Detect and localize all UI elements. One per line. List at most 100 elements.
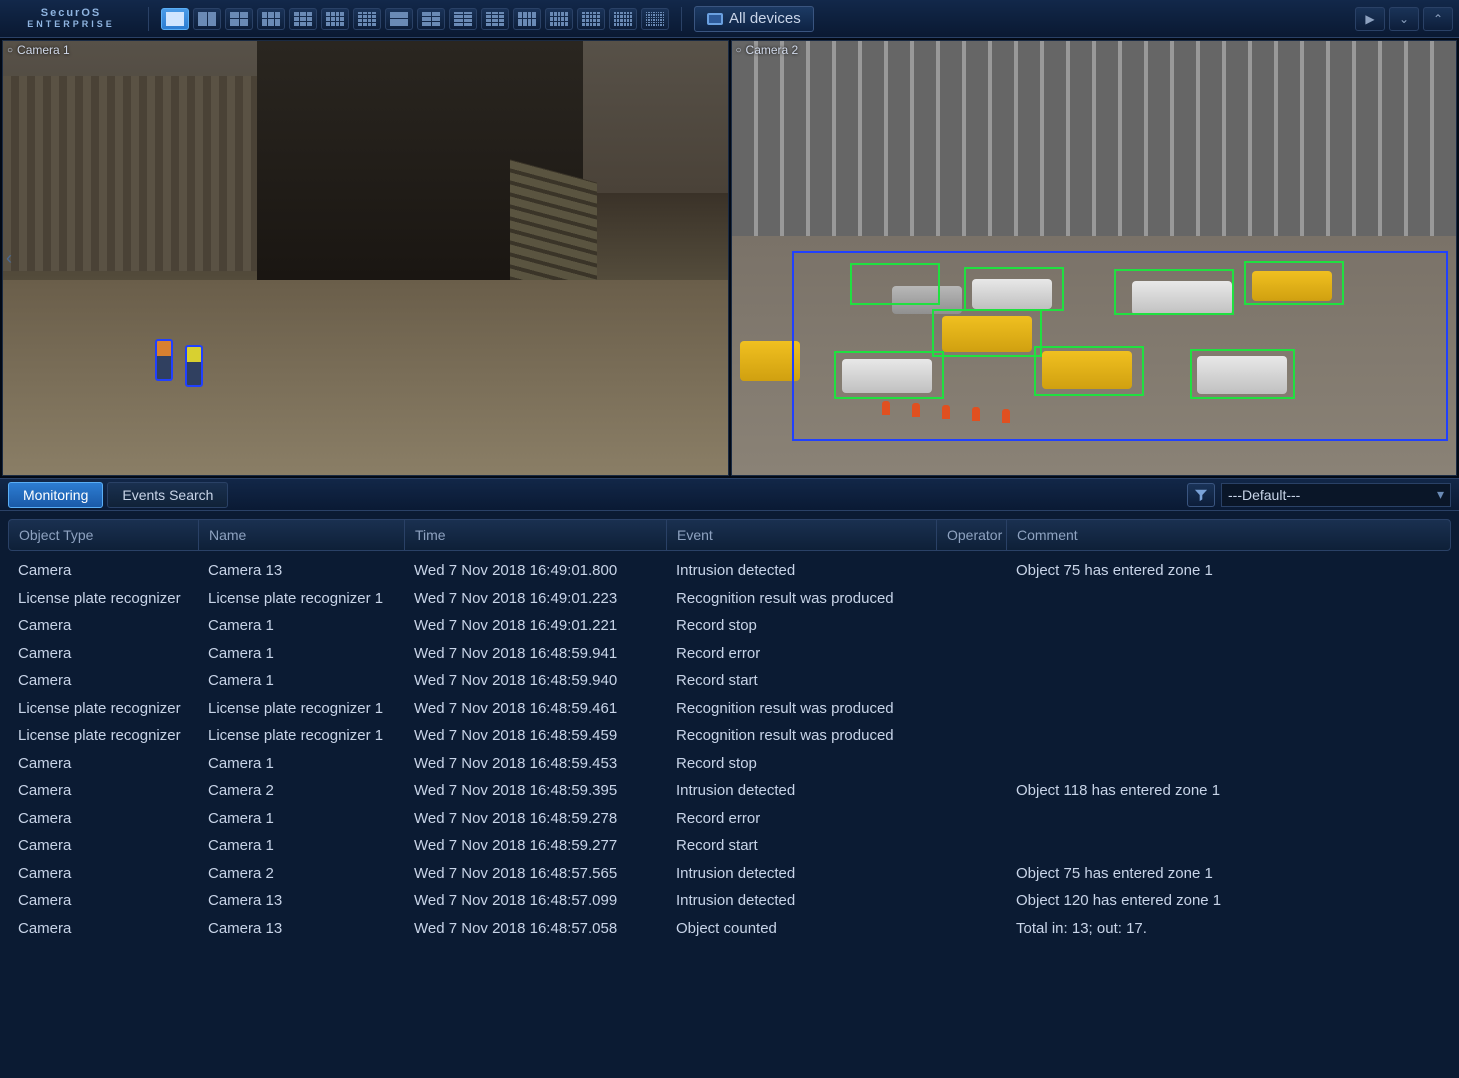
collapse-up-button[interactable]: ⌃ (1423, 7, 1453, 31)
tabs-row: Monitoring Events Search ---Default--- ▾ (0, 479, 1459, 511)
camera-1-feed (3, 41, 728, 475)
table-row[interactable]: CameraCamera 1Wed 7 Nov 2018 16:48:59.94… (8, 667, 1451, 695)
cell-time: Wed 7 Nov 2018 16:48:59.461 (404, 700, 666, 717)
cell-name: Camera 13 (198, 892, 404, 909)
layout-button-13[interactable] (545, 8, 573, 30)
layout-button-8[interactable] (385, 8, 413, 30)
detection-box-person (155, 339, 173, 381)
cell-event: Intrusion detected (666, 782, 936, 799)
cell-event: Object counted (666, 920, 936, 937)
cell-event: Record error (666, 645, 936, 662)
layout-button-15[interactable] (609, 8, 637, 30)
layout-button-1[interactable] (161, 8, 189, 30)
table-body[interactable]: CameraCamera 13Wed 7 Nov 2018 16:49:01.8… (8, 557, 1451, 1070)
cell-name: License plate recognizer 1 (198, 727, 404, 744)
layout-button-3[interactable] (225, 8, 253, 30)
table-row[interactable]: CameraCamera 1Wed 7 Nov 2018 16:48:59.27… (8, 805, 1451, 833)
play-button[interactable]: ▶ (1355, 7, 1385, 31)
toolbar-right: ▶ ⌄ ⌃ (1355, 7, 1453, 31)
tab-monitoring[interactable]: Monitoring (8, 482, 103, 508)
layout-button-12[interactable] (513, 8, 541, 30)
table-row[interactable]: CameraCamera 13Wed 7 Nov 2018 16:48:57.0… (8, 915, 1451, 943)
app-edition: ENTERPRISE (27, 19, 115, 30)
all-devices-button[interactable]: All devices (694, 6, 814, 32)
cell-object-type: License plate recognizer (8, 700, 198, 717)
layout-button-5[interactable] (289, 8, 317, 30)
filter-preset-select[interactable]: ---Default--- ▾ (1221, 483, 1451, 507)
layout-button-7[interactable] (353, 8, 381, 30)
events-table: Object Type Name Time Event Operator Com… (0, 511, 1459, 1078)
cell-event: Intrusion detected (666, 892, 936, 909)
table-row[interactable]: CameraCamera 2Wed 7 Nov 2018 16:48:57.56… (8, 860, 1451, 888)
table-row[interactable]: CameraCamera 1Wed 7 Nov 2018 16:49:01.22… (8, 612, 1451, 640)
all-devices-label: All devices (729, 10, 801, 27)
cell-name: Camera 2 (198, 865, 404, 882)
cell-time: Wed 7 Nov 2018 16:48:57.058 (404, 920, 666, 937)
filter-icon-button[interactable] (1187, 483, 1215, 507)
app-logo: SecurOS ENTERPRISE (6, 6, 136, 32)
col-comment[interactable]: Comment (1007, 520, 1450, 550)
cell-comment: Total in: 13; out: 17. (1006, 920, 1451, 937)
layout-button-4[interactable] (257, 8, 285, 30)
cell-object-type: Camera (8, 837, 198, 854)
camera-tile-2[interactable]: Camera 2 (731, 40, 1458, 476)
expand-down-button[interactable]: ⌄ (1389, 7, 1419, 31)
col-time[interactable]: Time (405, 520, 667, 550)
table-row[interactable]: CameraCamera 1Wed 7 Nov 2018 16:48:59.94… (8, 640, 1451, 668)
col-object-type[interactable]: Object Type (9, 520, 199, 550)
table-row[interactable]: License plate recognizerLicense plate re… (8, 695, 1451, 723)
cell-event: Intrusion detected (666, 865, 936, 882)
layout-button-6[interactable] (321, 8, 349, 30)
cell-event: Recognition result was produced (666, 700, 936, 717)
cell-event: Intrusion detected (666, 562, 936, 579)
top-toolbar: SecurOS ENTERPRISE All devices ▶ ⌄ ⌃ (0, 0, 1459, 38)
detection-box-car (834, 351, 944, 399)
cell-time: Wed 7 Nov 2018 16:49:01.223 (404, 590, 666, 607)
layout-button-14[interactable] (577, 8, 605, 30)
cell-name: License plate recognizer 1 (198, 700, 404, 717)
cell-time: Wed 7 Nov 2018 16:48:59.278 (404, 810, 666, 827)
camera-1-label: Camera 1 (7, 43, 70, 57)
cell-time: Wed 7 Nov 2018 16:48:59.941 (404, 645, 666, 662)
table-row[interactable]: CameraCamera 13Wed 7 Nov 2018 16:49:01.8… (8, 557, 1451, 585)
table-row[interactable]: CameraCamera 1Wed 7 Nov 2018 16:48:59.27… (8, 832, 1451, 860)
detection-box-car (932, 309, 1042, 357)
prev-page-arrow[interactable]: ‹ (0, 228, 18, 288)
cell-time: Wed 7 Nov 2018 16:48:59.277 (404, 837, 666, 854)
table-row[interactable]: License plate recognizerLicense plate re… (8, 722, 1451, 750)
cell-time: Wed 7 Nov 2018 16:48:59.453 (404, 755, 666, 772)
cell-event: Record error (666, 810, 936, 827)
layout-button-11[interactable] (481, 8, 509, 30)
cell-time: Wed 7 Nov 2018 16:49:01.800 (404, 562, 666, 579)
tab-events-search[interactable]: Events Search (107, 482, 228, 508)
cell-object-type: Camera (8, 865, 198, 882)
events-panel: Monitoring Events Search ---Default--- ▾… (0, 478, 1459, 1078)
cell-event: Recognition result was produced (666, 590, 936, 607)
cell-object-type: Camera (8, 810, 198, 827)
layout-button-10[interactable] (449, 8, 477, 30)
layout-button-2[interactable] (193, 8, 221, 30)
table-row[interactable]: CameraCamera 1Wed 7 Nov 2018 16:48:59.45… (8, 750, 1451, 778)
col-event[interactable]: Event (667, 520, 937, 550)
monitor-icon (707, 13, 723, 25)
cell-object-type: Camera (8, 672, 198, 689)
video-grid: ‹ Camera 1 Camera 2 (0, 38, 1459, 478)
col-operator[interactable]: Operator (937, 520, 1007, 550)
cell-time: Wed 7 Nov 2018 16:48:59.395 (404, 782, 666, 799)
table-row[interactable]: CameraCamera 2Wed 7 Nov 2018 16:48:59.39… (8, 777, 1451, 805)
filter-controls: ---Default--- ▾ (1187, 483, 1451, 507)
table-row[interactable]: CameraCamera 13Wed 7 Nov 2018 16:48:57.0… (8, 887, 1451, 915)
cell-name: Camera 1 (198, 755, 404, 772)
cell-object-type: Camera (8, 617, 198, 634)
detection-box-person (185, 345, 203, 387)
table-row[interactable]: License plate recognizerLicense plate re… (8, 585, 1451, 613)
camera-tile-1[interactable]: Camera 1 (2, 40, 729, 476)
layout-button-16[interactable] (641, 8, 669, 30)
cell-object-type: Camera (8, 755, 198, 772)
cell-name: Camera 13 (198, 562, 404, 579)
cell-time: Wed 7 Nov 2018 16:48:57.565 (404, 865, 666, 882)
layout-button-9[interactable] (417, 8, 445, 30)
cell-object-type: License plate recognizer (8, 727, 198, 744)
col-name[interactable]: Name (199, 520, 405, 550)
cell-object-type: Camera (8, 920, 198, 937)
